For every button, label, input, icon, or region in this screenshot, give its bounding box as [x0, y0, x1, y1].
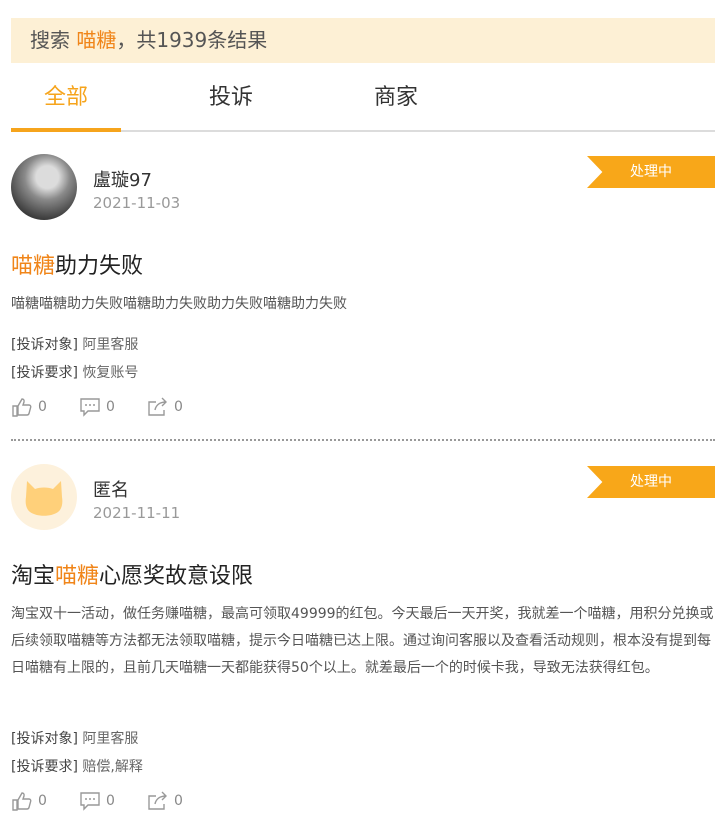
- comment-icon: [80, 398, 100, 417]
- tab-merchants[interactable]: 商家: [341, 72, 451, 130]
- tab-bar: 全部 投诉 商家: [11, 72, 715, 132]
- complaint-title[interactable]: 淘宝喵糖心愿奖故意设限: [11, 558, 253, 590]
- complaint-target: [投诉对象] 阿里客服: [11, 334, 138, 354]
- like-button[interactable]: 0: [11, 790, 47, 812]
- title-keyword: 喵糖: [11, 254, 56, 279]
- complaint-title[interactable]: 喵糖助力失败: [11, 248, 143, 280]
- comment-count: 0: [106, 793, 115, 809]
- share-icon: [148, 791, 167, 810]
- search-keyword: 喵糖: [76, 28, 117, 52]
- comment-count: 0: [106, 399, 115, 415]
- username[interactable]: 匿名: [93, 476, 129, 502]
- complaint-card[interactable]: 匿名 2021-11-11 处理中 淘宝喵糖心愿奖故意设限 淘宝双十一活动，做任…: [11, 464, 715, 822]
- thumbs-up-icon: [12, 792, 32, 811]
- share-button[interactable]: 0: [147, 396, 183, 418]
- target-label: [投诉对象]: [11, 731, 78, 747]
- tab-complaints[interactable]: 投诉: [176, 72, 286, 130]
- request-label: [投诉要求]: [11, 365, 78, 381]
- complaint-description: 喵糖喵糖助力失败喵糖助力失败助力失败喵糖助力失败: [11, 296, 347, 312]
- title-text: 助力失败: [55, 254, 144, 279]
- share-count: 0: [174, 399, 183, 415]
- share-button[interactable]: 0: [147, 790, 183, 812]
- request-label: [投诉要求]: [11, 759, 78, 775]
- title-text: 心愿奖故意设限: [99, 564, 254, 589]
- complaint-request: [投诉要求] 恢复账号: [11, 362, 138, 382]
- complaint-target: [投诉对象] 阿里客服: [11, 728, 138, 748]
- post-date: 2021-11-03: [93, 194, 181, 212]
- comment-button[interactable]: 0: [79, 790, 115, 812]
- cat-avatar-icon: [25, 481, 63, 516]
- search-result-count: ，共1939条结果: [116, 28, 268, 52]
- target-label: [投诉对象]: [11, 337, 78, 353]
- comment-icon: [80, 792, 100, 811]
- like-count: 0: [38, 793, 47, 809]
- post-date: 2021-11-11: [93, 504, 181, 522]
- status-badge: 处理中: [587, 466, 715, 498]
- complaint-request: [投诉要求] 赔偿,解释: [11, 756, 143, 776]
- username[interactable]: 盧璇97: [93, 166, 152, 192]
- avatar: [11, 464, 77, 530]
- share-count: 0: [174, 793, 183, 809]
- thumbs-up-icon: [12, 398, 32, 417]
- complaint-card[interactable]: 盧璇97 2021-11-03 处理中 喵糖助力失败 喵糖喵糖助力失败喵糖助力失…: [11, 154, 715, 424]
- request-value: 恢复账号: [82, 365, 139, 381]
- tab-all[interactable]: 全部: [11, 72, 121, 130]
- avatar: [11, 154, 77, 220]
- status-badge: 处理中: [587, 156, 715, 188]
- complaint-description: 淘宝双十一活动，做任务赚喵糖，最高可领取49999的红包。今天最后一天开奖，我就…: [11, 606, 714, 676]
- card-divider: [11, 439, 715, 441]
- target-value: 阿里客服: [82, 337, 139, 353]
- like-count: 0: [38, 399, 47, 415]
- request-value: 赔偿,解释: [82, 759, 143, 775]
- comment-button[interactable]: 0: [79, 396, 115, 418]
- like-button[interactable]: 0: [11, 396, 47, 418]
- search-prefix: 搜索: [30, 28, 70, 52]
- title-prefix: 淘宝: [11, 564, 56, 589]
- share-icon: [148, 397, 167, 416]
- title-keyword: 喵糖: [55, 564, 100, 589]
- active-tab-indicator: [11, 128, 121, 132]
- search-result-bar: 搜索 喵糖，共1939条结果: [11, 18, 715, 63]
- target-value: 阿里客服: [82, 731, 139, 747]
